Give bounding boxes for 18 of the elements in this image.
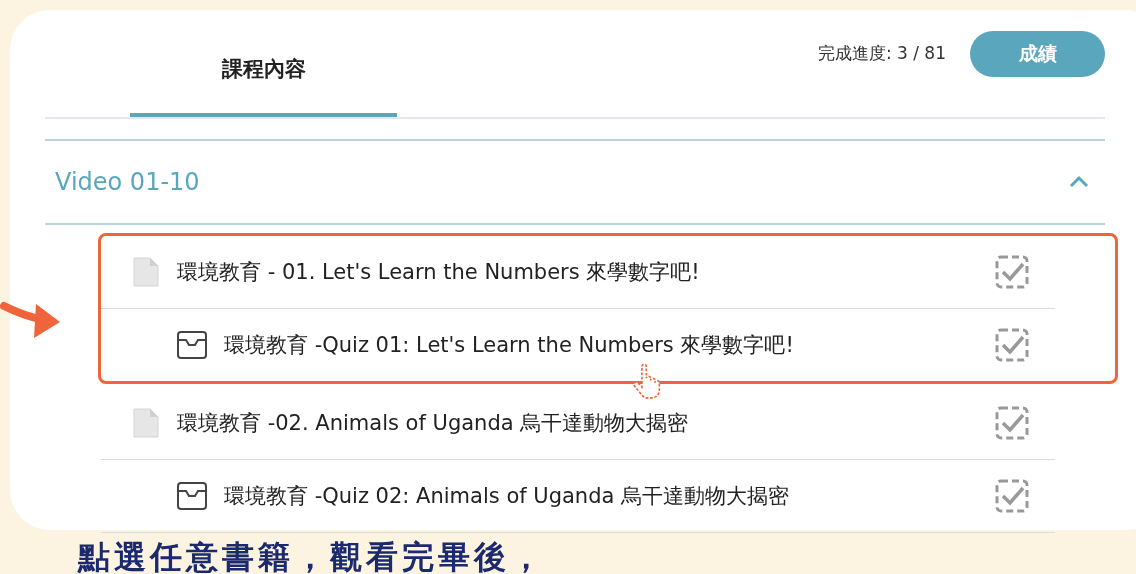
lesson-title[interactable]: 環境教育 -Quiz 01: Let's Learn the Numbers 來學數字吧! bbox=[224, 331, 794, 359]
checked-checkbox-icon[interactable] bbox=[994, 405, 1030, 441]
inbox-icon bbox=[176, 481, 208, 511]
tab[interactable]: 課程內容 bbox=[130, 17, 397, 117]
chevron-icon[interactable] bbox=[1068, 175, 1090, 189]
inbox-icon bbox=[176, 330, 208, 360]
checked-checkbox-icon[interactable] bbox=[994, 327, 1030, 363]
lesson-title[interactable]: 環境教育 -Quiz 02: Animals of Uganda 烏干達動物大揭密 bbox=[224, 482, 790, 510]
document-icon bbox=[131, 256, 161, 288]
section-title: Video 01-10 bbox=[55, 168, 200, 196]
checked-checkbox-icon[interactable] bbox=[994, 254, 1030, 290]
checked-checkbox-icon[interactable] bbox=[994, 478, 1030, 514]
lesson-title[interactable]: 環境教育 -02. Animals of Uganda 烏干達動物大揭密 bbox=[177, 409, 689, 437]
document-icon bbox=[131, 407, 161, 439]
curved-arrow-icon bbox=[0, 300, 62, 340]
lesson-title[interactable]: 環境教育 - 01. Let's Learn the Numbers 來學數字吧! bbox=[177, 258, 700, 286]
progress-text: 完成進度: 3 / 81 bbox=[817, 42, 946, 65]
caption-text: 點選任意書籍，觀看完畢後， bbox=[78, 537, 547, 574]
